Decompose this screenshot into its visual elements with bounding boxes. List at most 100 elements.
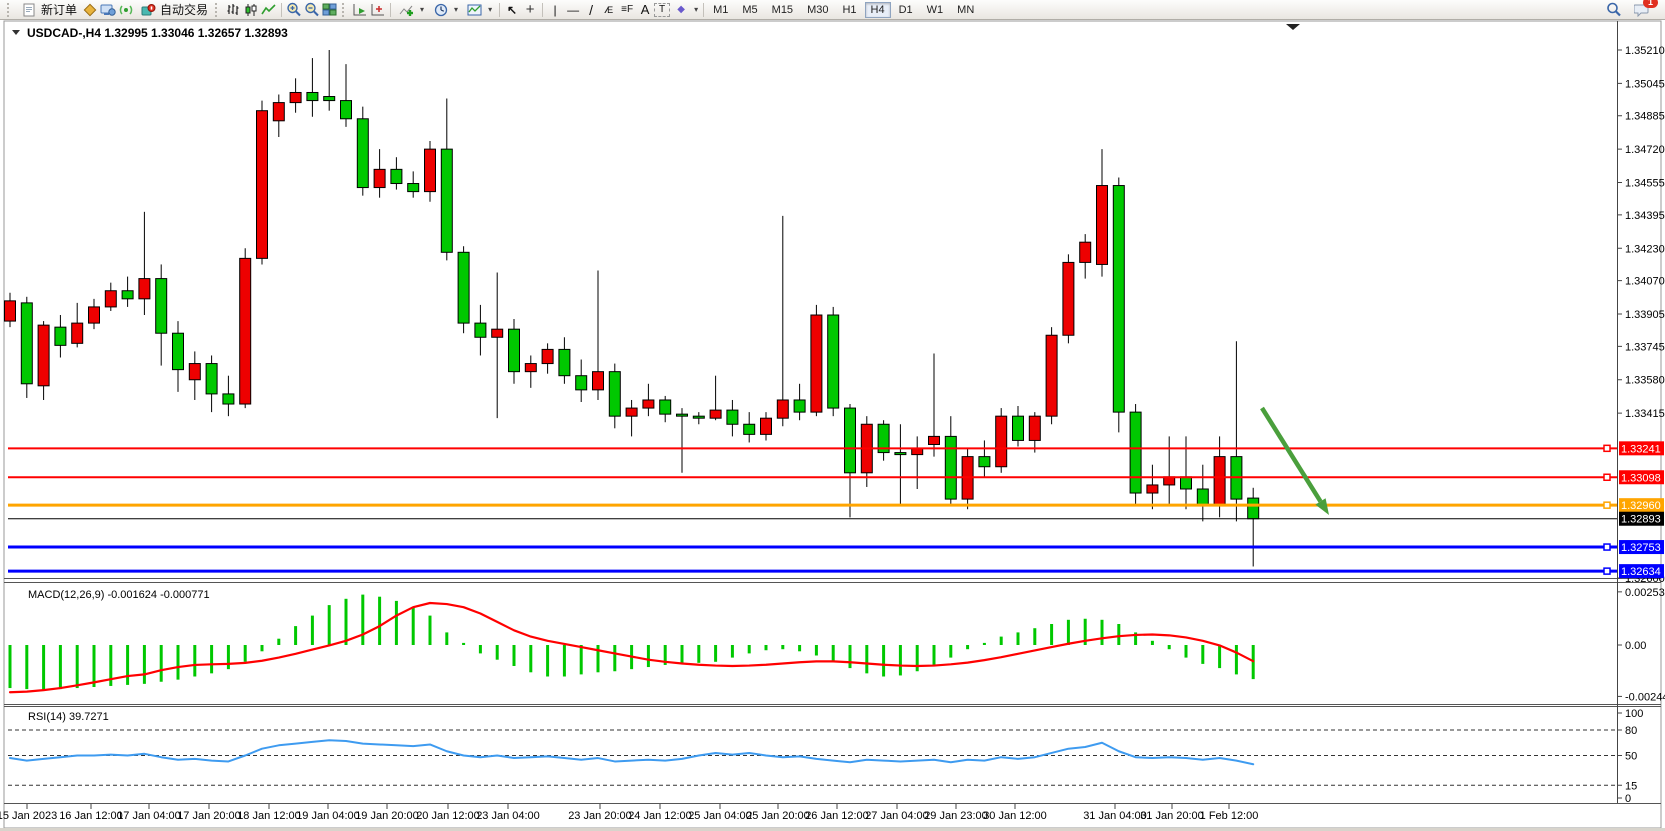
fibonacci-tool-icon[interactable]: ≡F	[618, 2, 636, 18]
time-label: 27 Jan 04:00	[865, 810, 929, 822]
timeframe-button-D1[interactable]: D1	[893, 2, 919, 18]
candle	[257, 101, 268, 265]
timeframe-button-M5[interactable]: M5	[736, 2, 763, 18]
clock-icon	[432, 2, 450, 18]
time-label: 31 Jan 20:00	[1140, 810, 1204, 822]
timeframe-button-M1[interactable]: M1	[707, 2, 734, 18]
candle-body	[559, 349, 570, 375]
hline-handle[interactable]	[1604, 445, 1610, 451]
candle-body	[660, 400, 671, 414]
candle-body	[240, 258, 251, 404]
time-label: 31 Jan 04:00	[1083, 810, 1147, 822]
timeframe-button-group: M1M5M15M30H1H4D1W1MN	[707, 2, 980, 18]
candle-body	[677, 414, 688, 416]
toolbar-separator	[281, 3, 282, 17]
timeframe-button-MN[interactable]: MN	[951, 2, 980, 18]
candle	[1130, 404, 1141, 505]
hline-handle[interactable]	[1604, 502, 1610, 508]
candle-body	[173, 333, 184, 369]
chevron-down-icon: ▾	[488, 5, 492, 14]
price-label-text: 1.32893	[1621, 514, 1661, 526]
signal-icon[interactable]	[117, 2, 135, 18]
notification-badge: 1	[1643, 0, 1658, 8]
candle-body	[1248, 498, 1259, 519]
candle-body	[55, 327, 66, 345]
ledger-icon[interactable]	[81, 2, 99, 18]
label-tool-icon[interactable]: T	[654, 3, 670, 17]
candle-body	[895, 453, 906, 455]
price-tick-label: 1.34395	[1625, 210, 1665, 222]
bar-chart-icon[interactable]	[224, 2, 242, 18]
time-label: 25 Jan 04:00	[688, 810, 752, 822]
terminal-icon[interactable]	[99, 2, 117, 18]
hline-handle[interactable]	[1604, 474, 1610, 480]
chevron-down-icon: ▾	[694, 5, 698, 14]
trendline-tool-icon[interactable]: /	[582, 2, 600, 18]
candle-body	[593, 372, 604, 390]
timeframes-button[interactable]: ▾	[428, 1, 462, 19]
timeframe-button-M30[interactable]: M30	[801, 2, 834, 18]
vertical-line-tool-icon[interactable]: |	[546, 2, 564, 18]
time-label: 26 Jan 12:00	[805, 810, 869, 822]
zoom-in-icon[interactable]	[285, 2, 303, 18]
cursor-icon[interactable]: ↖	[503, 2, 521, 18]
candle-body	[1080, 242, 1091, 262]
add-indicator-icon	[398, 2, 416, 18]
candle-body	[1147, 485, 1158, 493]
auto-trading-label: 自动交易	[160, 1, 208, 18]
price-tick-label: 1.34720	[1625, 144, 1665, 156]
time-label: 23 Jan 20:00	[568, 810, 632, 822]
shapes-button[interactable]: ◆▾	[670, 1, 700, 19]
chart-shift-icon[interactable]	[369, 2, 387, 18]
hline-handle[interactable]	[1604, 568, 1610, 574]
line-chart-icon[interactable]	[260, 2, 278, 18]
notifications-icon[interactable]: 1	[1633, 2, 1651, 18]
candle-body	[475, 323, 486, 337]
rsi-tick-label: 0	[1625, 793, 1631, 805]
candle-body	[996, 416, 1007, 467]
price-label-text: 1.33098	[1621, 472, 1661, 484]
time-label: 24 Jan 12:00	[628, 810, 692, 822]
text-tool-icon[interactable]: A	[636, 2, 654, 18]
timeframe-button-M15[interactable]: M15	[766, 2, 799, 18]
time-label: 17 Jan 20:00	[177, 810, 241, 822]
candle-body	[492, 329, 503, 337]
hline-handle[interactable]	[1604, 544, 1610, 550]
time-label: 19 Jan 20:00	[355, 810, 419, 822]
search-icon[interactable]	[1605, 2, 1623, 18]
candle-body	[542, 349, 553, 363]
chart-title-row: USDCAD-,H4 1.32995 1.33046 1.32657 1.328…	[12, 26, 288, 40]
timeframe-button-H4[interactable]: H4	[865, 2, 891, 18]
chevron-down-icon: ▾	[420, 5, 424, 14]
rsi-label: RSI(14) 39.7271	[28, 711, 109, 723]
candlestick-chart-icon[interactable]	[242, 2, 260, 18]
candle-body	[89, 307, 100, 323]
indicators-button[interactable]: ▾	[394, 1, 428, 19]
candle-body	[811, 315, 822, 412]
timeframe-button-H1[interactable]: H1	[836, 2, 862, 18]
candle-body	[845, 408, 856, 473]
price-tick-label: 1.33415	[1625, 408, 1665, 420]
timeframe-button-W1[interactable]: W1	[921, 2, 950, 18]
new-order-button[interactable]: 新订单	[16, 1, 81, 19]
macd-tick-label: 0.00	[1625, 640, 1646, 652]
tile-windows-icon[interactable]	[321, 2, 339, 18]
auto-trading-button[interactable]: 自动交易	[135, 1, 212, 19]
auto-scroll-icon[interactable]	[351, 2, 369, 18]
candle-body	[777, 400, 788, 418]
price-tick-label: 1.33905	[1625, 309, 1665, 321]
channel-tool-icon[interactable]: ⁄⁄E	[600, 2, 618, 18]
templates-button[interactable]: ▾	[462, 1, 496, 19]
chart-canvas[interactable]: 1.352101.350451.348851.347201.345551.343…	[0, 20, 1665, 831]
horizontal-line-tool-icon[interactable]: —	[564, 2, 582, 18]
crosshair-icon[interactable]: +	[521, 2, 539, 18]
candle-body	[290, 92, 301, 102]
zoom-out-icon[interactable]	[303, 2, 321, 18]
candle-body	[105, 291, 116, 307]
candle-body	[273, 103, 284, 121]
price-tick-label: 1.34070	[1625, 276, 1665, 288]
rsi-tick-label: 15	[1625, 780, 1637, 792]
candle	[357, 107, 368, 196]
toolbar-separator	[703, 3, 704, 17]
candle-body	[441, 149, 452, 252]
